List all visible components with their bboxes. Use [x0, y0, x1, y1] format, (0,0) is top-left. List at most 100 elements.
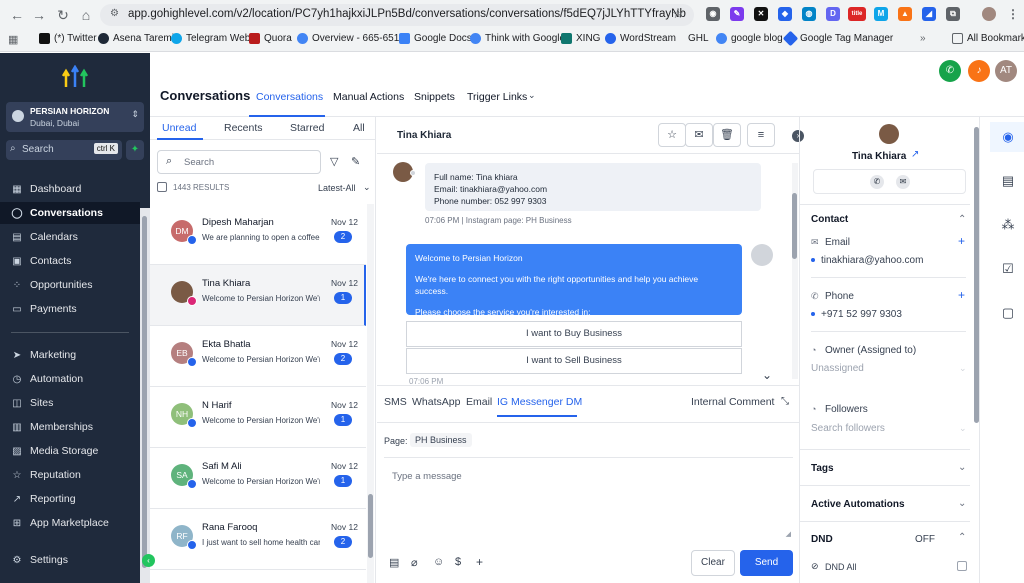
bookmark-xing[interactable]: XING	[561, 33, 600, 44]
chat-scrollbar[interactable]	[792, 163, 798, 379]
bookmark-star-icon[interactable]: ☆	[672, 6, 684, 22]
mail-open-icon[interactable]: ✉	[685, 123, 713, 147]
bookmark-quora[interactable]: Quora	[249, 33, 292, 44]
sparkle-icon[interactable]: ✦	[126, 140, 144, 160]
filter-lines-icon[interactable]: ≡	[747, 123, 775, 147]
apps-icon[interactable]: ▦	[8, 33, 18, 46]
resize-handle-icon[interactable]: ◢	[786, 530, 791, 538]
select-all-checkbox[interactable]	[157, 182, 167, 192]
title-ext-icon[interactable]: title	[848, 7, 866, 21]
site-info-icon[interactable]: ⚙	[110, 8, 119, 19]
filter-icon[interactable]: ▽	[330, 155, 338, 168]
add-email-icon[interactable]: +	[958, 234, 965, 248]
compose-icon[interactable]: ✎	[351, 155, 360, 168]
list-scrollbar[interactable]	[367, 204, 374, 583]
external-link-icon[interactable]: ↗	[911, 149, 919, 160]
bookmark-overview[interactable]: Overview - 665-651...	[297, 33, 408, 44]
sidebar-item-reputation[interactable]: ☆ Reputation	[0, 464, 140, 486]
tab-all[interactable]: All	[353, 122, 365, 134]
collapse-icon[interactable]: ⤡	[781, 396, 789, 407]
fox-ext-icon[interactable]: ▲	[898, 7, 912, 21]
paperclip-icon[interactable]: ⌀	[411, 556, 418, 569]
tab-ig-messenger-dm[interactable]: IG Messenger DM	[497, 396, 582, 408]
user-avatar[interactable]: AT	[995, 60, 1017, 82]
bookmark-ghl[interactable]: GHL	[688, 33, 709, 44]
dnd-all-checkbox[interactable]	[957, 561, 967, 571]
conversation-item[interactable]: RF Rana Farooq I just want to sell home he…	[150, 509, 366, 570]
sidebar-search[interactable]: ⌕ Search ctrl K	[6, 140, 122, 160]
conversation-item[interactable]: DM Dipesh Maharjan We are planning to open…	[150, 204, 366, 265]
tab-sms[interactable]: SMS	[384, 396, 407, 408]
phone-value[interactable]: +971 52 997 9303	[821, 309, 902, 320]
conversation-item[interactable]: SA Safi M Ali Welcome to Persian Horizon W…	[150, 448, 366, 509]
choice-button-sell[interactable]: I want to Sell Business	[406, 348, 742, 374]
chevron-down-icon[interactable]: ⌄	[958, 462, 966, 473]
choice-button-buy[interactable]: I want to Buy Business	[406, 321, 742, 347]
m-ext-icon[interactable]: M	[874, 7, 888, 21]
notes-icon[interactable]: ▢	[1000, 305, 1016, 321]
bookmark-asena[interactable]: Asena Taremi	[98, 33, 174, 44]
d-ext-icon[interactable]: D	[826, 7, 840, 21]
active-automations-section[interactable]: Active Automations	[811, 499, 905, 510]
bookmark-think-with-google[interactable]: Think with Google	[470, 33, 565, 44]
chevron-up-icon[interactable]: ⌃	[958, 214, 966, 225]
chevron-down-icon[interactable]: ⌄	[363, 182, 371, 193]
back-icon[interactable]: ←	[8, 6, 26, 24]
menu-kebab-icon[interactable]: ⋮	[1006, 7, 1020, 21]
bookmark-google-docs[interactable]: Google Docs	[399, 33, 472, 44]
conversation-item[interactable]: Tina Khiara Welcome to Persian Horizon We…	[150, 265, 366, 326]
page-selector[interactable]: PH Business	[410, 433, 472, 447]
sidebar-item-payments[interactable]: ▭ Payments	[0, 298, 140, 320]
tab-email[interactable]: Email	[466, 396, 492, 408]
tab-manual-actions[interactable]: Manual Actions	[333, 91, 404, 103]
contact-profile-icon[interactable]: ◉	[1000, 129, 1016, 145]
attachment-doc-icon[interactable]: ▤	[389, 556, 399, 569]
sidebar-item-settings[interactable]: ⚙ Settings	[0, 549, 140, 571]
dollar-icon[interactable]: $	[455, 556, 461, 568]
tab-starred[interactable]: Starred	[290, 122, 324, 134]
bookmark-telegram[interactable]: Telegram Web	[171, 33, 250, 44]
x-ext-icon[interactable]: ✕	[754, 7, 768, 21]
chevron-up-icon[interactable]: ⌃	[958, 532, 966, 543]
conversation-search-input[interactable]: ⌕ Search	[157, 150, 321, 174]
tab-conversations[interactable]: Conversations	[256, 91, 323, 103]
emoji-icon[interactable]: ☺	[433, 556, 444, 568]
conversation-item[interactable]: NH N Harif Welcome to Persian Horizon We'r…	[150, 387, 366, 448]
bookmark-google-blog[interactable]: google blog	[716, 33, 783, 44]
star-icon[interactable]: ☆	[658, 123, 686, 147]
sidebar-item-sites[interactable]: ◫ Sites	[0, 392, 140, 414]
tab-snippets[interactable]: Snippets	[414, 91, 455, 103]
tab-whatsapp[interactable]: WhatsApp	[412, 396, 460, 408]
bookmark-gtm[interactable]: Google Tag Manager	[782, 30, 893, 47]
sort-dropdown[interactable]: Latest-All	[318, 183, 356, 193]
mail-icon[interactable]: ✉	[896, 175, 910, 189]
tab-unread[interactable]: Unread	[162, 122, 196, 134]
tags-section[interactable]: Tags	[811, 463, 834, 474]
sidebar-item-contacts[interactable]: ▣ Contacts	[0, 250, 140, 272]
sidebar-item-conversations[interactable]: ◯ Conversations	[0, 202, 140, 224]
sidebar-item-app-marketplace[interactable]: ⊞ App Marketplace	[0, 512, 140, 534]
sidebar-scrollbar[interactable]	[140, 208, 150, 583]
chevron-down-icon[interactable]: ⌄	[959, 363, 967, 374]
email-value[interactable]: tinakhiara@yahoo.com	[821, 255, 923, 266]
internal-comment-toggle[interactable]: Internal Comment	[691, 396, 774, 408]
sidebar-item-calendars[interactable]: ▤ Calendars	[0, 226, 140, 248]
chevron-down-icon[interactable]: ⌄	[959, 423, 967, 434]
tab-trigger-links[interactable]: Trigger Links	[467, 91, 527, 103]
sidebar-item-media-storage[interactable]: ▨ Media Storage	[0, 440, 140, 462]
chevron-down-icon[interactable]: ⌄	[958, 498, 966, 509]
plus-icon[interactable]: +	[476, 555, 483, 569]
phone-icon[interactable]: ✆	[870, 175, 884, 189]
tag-ext-icon[interactable]: ◆	[778, 7, 792, 21]
owner-select[interactable]: Unassigned	[811, 363, 864, 374]
pen-ext-icon[interactable]: ✎	[730, 7, 744, 21]
bookmark-twitter[interactable]: (*) Twitter	[39, 33, 97, 44]
dnd-section[interactable]: DND	[811, 534, 833, 545]
sidebar-item-opportunities[interactable]: ⁘ Opportunities	[0, 274, 140, 296]
extensions-icon[interactable]: ⧉	[946, 7, 960, 21]
scroll-to-bottom-icon[interactable]: ⌄	[762, 368, 772, 382]
profile-avatar-icon[interactable]	[982, 7, 996, 21]
reload-icon[interactable]: ↻	[54, 6, 72, 24]
forward-icon[interactable]: →	[30, 6, 48, 24]
home-icon[interactable]: ⌂	[77, 6, 95, 24]
